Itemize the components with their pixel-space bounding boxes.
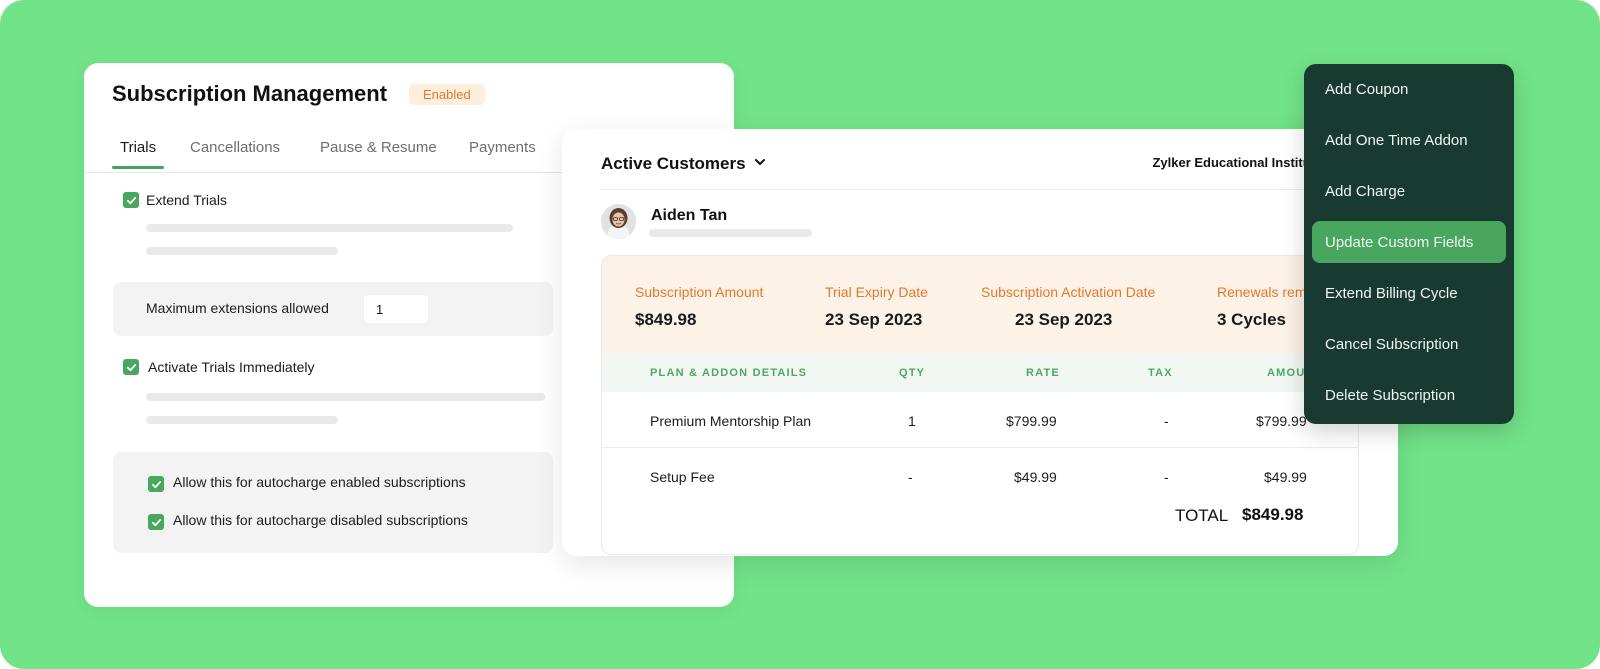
autocharge-options: Allow this for autocharge enabled subscr… <box>113 452 553 553</box>
subscription-actions-menu: Add Coupon Add One Time Addon Add Charge… <box>1304 64 1514 424</box>
amount: $799.99 <box>1256 413 1307 429</box>
amount: $49.99 <box>1264 469 1307 485</box>
max-extensions-input[interactable]: 1 <box>363 294 429 324</box>
view-selector[interactable]: Active Customers <box>601 154 746 174</box>
max-extensions-row: Maximum extensions allowed 1 <box>113 282 553 336</box>
tax: - <box>1164 413 1169 429</box>
summary-label: Trial Expiry Date <box>825 284 928 300</box>
summary-label: Subscription Amount <box>635 284 764 300</box>
checkmark-icon <box>126 196 136 204</box>
summary-value: 23 Sep 2023 <box>1015 310 1113 329</box>
autocharge-enabled-checkbox[interactable] <box>148 476 164 492</box>
summary-value: $849.98 <box>635 310 697 329</box>
placeholder-line <box>649 229 812 237</box>
tax: - <box>1164 469 1169 485</box>
organization-name: Zylker Educational Institut <box>1152 155 1315 170</box>
quantity: - <box>908 469 913 485</box>
chevron-down-icon[interactable] <box>753 155 767 169</box>
status-badge: Enabled <box>409 84 485 105</box>
page-title: Subscription Management <box>112 81 388 106</box>
column-header: PLAN & ADDON DETAILS <box>650 367 808 379</box>
checkmark-icon <box>151 480 161 488</box>
divider <box>602 447 1358 448</box>
activate-trials-label: Activate Trials Immediately <box>148 359 315 375</box>
table-header: PLAN & ADDON DETAILS QTY RATE TAX AMOUN <box>602 354 1358 392</box>
divider <box>601 189 1359 190</box>
rate: $799.99 <box>1006 413 1057 429</box>
placeholder-line <box>146 393 545 401</box>
placeholder-line <box>146 224 513 232</box>
subscription-details-panel: Subscription Amount $849.98 Trial Expiry… <box>601 255 1359 555</box>
autocharge-disabled-checkbox[interactable] <box>148 514 164 530</box>
summary-value: 23 Sep 2023 <box>825 310 923 329</box>
rate: $49.99 <box>1014 469 1057 485</box>
customer-photo-icon <box>601 204 636 239</box>
plan-name: Premium Mentorship Plan <box>650 413 812 429</box>
subscription-summary: Subscription Amount $849.98 Trial Expiry… <box>602 256 1358 354</box>
menu-item-add-one-time-addon[interactable]: Add One Time Addon <box>1312 119 1506 161</box>
checkmark-icon <box>151 518 161 526</box>
autocharge-disabled-label: Allow this for autocharge disabled subsc… <box>173 512 468 528</box>
summary-value: 3 Cycles <box>1217 310 1286 329</box>
max-extensions-label: Maximum extensions allowed <box>146 300 329 316</box>
column-header: RATE <box>1026 367 1060 379</box>
summary-label: Renewals rem <box>1217 284 1307 300</box>
placeholder-line <box>146 416 338 424</box>
placeholder-line <box>146 247 338 255</box>
tab-pause-resume[interactable]: Pause & Resume <box>320 139 437 168</box>
hero-background: Subscription Management Enabled Trials C… <box>0 0 1600 669</box>
menu-item-add-coupon[interactable]: Add Coupon <box>1312 68 1506 110</box>
customer-name[interactable]: Aiden Tan <box>651 207 727 225</box>
summary-label: Subscription Activation Date <box>981 284 1156 300</box>
column-header: QTY <box>899 367 926 379</box>
total-value: $849.98 <box>1242 505 1304 524</box>
customer-subscription-card: Active Customers Zylker Educational Inst… <box>562 129 1398 556</box>
total-label: TOTAL <box>1175 506 1229 525</box>
menu-item-add-charge[interactable]: Add Charge <box>1312 170 1506 212</box>
tab-trials[interactable]: Trials <box>111 139 165 169</box>
menu-item-delete-subscription[interactable]: Delete Subscription <box>1312 374 1506 416</box>
menu-item-update-custom-fields[interactable]: Update Custom Fields <box>1312 221 1506 263</box>
plan-name: Setup Fee <box>650 469 715 485</box>
activate-trials-checkbox[interactable] <box>123 359 139 375</box>
autocharge-enabled-label: Allow this for autocharge enabled subscr… <box>173 474 466 490</box>
extend-trials-checkbox[interactable] <box>123 192 139 208</box>
avatar <box>601 204 636 239</box>
checkmark-icon <box>126 363 136 371</box>
quantity: 1 <box>908 413 916 429</box>
tab-cancellations[interactable]: Cancellations <box>190 139 280 168</box>
menu-item-extend-billing-cycle[interactable]: Extend Billing Cycle <box>1312 272 1506 314</box>
tab-payments[interactable]: Payments <box>469 139 536 168</box>
extend-trials-label: Extend Trials <box>146 192 227 208</box>
column-header: TAX <box>1148 367 1173 379</box>
menu-item-cancel-subscription[interactable]: Cancel Subscription <box>1312 323 1506 365</box>
